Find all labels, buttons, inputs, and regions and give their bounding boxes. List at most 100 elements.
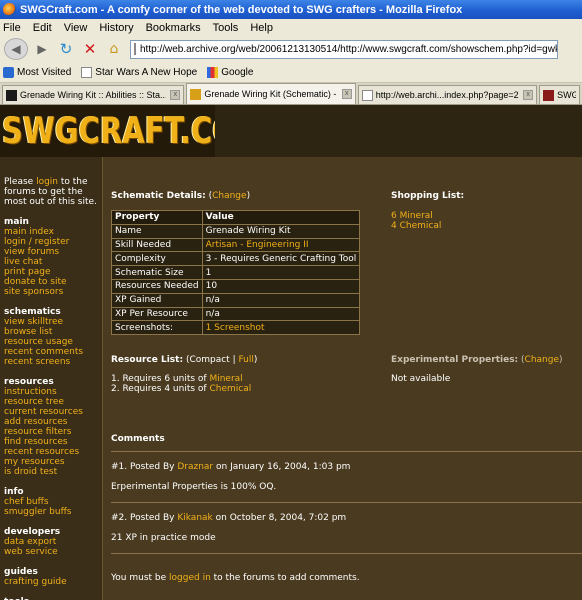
site-icon [543,89,555,101]
sidebar-link[interactable]: main index [4,227,102,237]
close-tab-icon[interactable]: x [523,90,534,100]
table-row: Name Grenade Wiring Kit [111,223,361,239]
sidebar-link[interactable]: view forums [4,247,102,257]
divider [111,553,582,554]
property-cell: Resources Needed [111,278,203,294]
value-cell: 10 [201,278,361,294]
site-icon [190,88,202,100]
main-content: Schematic Details: (Change) Shopping Lis… [111,157,582,600]
sidebar-link[interactable]: browse list [4,327,102,337]
sidebar-link[interactable]: site sponsors [4,287,102,297]
sidebar-link[interactable]: crafting guide [4,577,102,587]
sidebar-link[interactable]: resource filters [4,427,102,437]
tab-swgcraft[interactable]: SWGCraft [539,85,580,104]
comments-heading: Comments [111,434,165,444]
menu-file[interactable]: File [3,22,21,34]
value-cell[interactable]: Artisan - Engineering II [201,237,361,253]
list-item: 2. Requires 4 units of Chemical [111,384,252,394]
tab-abilities[interactable]: Grenade Wiring Kit :: Abilities :: Sta..… [2,85,185,104]
sidebar-link[interactable]: resource usage [4,337,102,347]
reload-button[interactable]: ↻ [56,39,76,59]
sidebar-link[interactable]: live chat [4,257,102,267]
comment-header: #2. Posted By Kikanak on October 8, 2004… [111,513,347,523]
sidebar-link[interactable]: print page [4,267,102,277]
tab-strip: Grenade Wiring Kit :: Abilities :: Sta..… [0,83,582,105]
sidebar-link[interactable]: chef buffs [4,497,102,507]
login-to-comment-notice: You must be logged in to the forums to a… [111,573,360,583]
login-prompt: Please login to the forums to get the mo… [4,177,97,207]
sidebar-sections: main main index login / register view forum… [4,217,102,600]
close-tab-icon[interactable]: x [170,90,181,100]
home-icon: ⌂ [109,41,119,57]
sidebar-link[interactable]: recent resources [4,447,102,457]
sidebar-link[interactable]: view skilltree [4,317,102,327]
back-button[interactable]: ◀ [4,38,28,60]
site-logo[interactable]: SWGCRAFT.COM [0,105,215,157]
sidebar-link[interactable]: my resources [4,457,102,467]
menu-history[interactable]: History [99,22,133,34]
resource-link[interactable]: Mineral [209,374,242,384]
value-cell: Grenade Wiring Kit [201,223,361,239]
sidebar-link[interactable]: is droid test [4,467,102,477]
value-cell[interactable]: 1 Screenshot [201,320,361,336]
menu-bookmarks[interactable]: Bookmarks [146,22,201,34]
bookmark-most-visited[interactable]: Most Visited [3,66,72,78]
menu-tools[interactable]: Tools [213,22,239,34]
schematic-details-heading: Schematic Details: (Change) [111,191,251,201]
table-row: Schematic Size 1 [111,265,361,280]
change-experimental-link[interactable]: Change [525,355,559,365]
stop-icon: ✕ [83,40,97,58]
page-icon [361,89,373,101]
sidebar-link[interactable]: find resources [4,437,102,447]
bookmark-google[interactable]: Google [207,66,253,78]
bookmark-label: Most Visited [17,66,72,78]
table-row: Skill Needed Artisan - Engineering II [111,237,361,253]
experimental-value: Not available [391,374,451,384]
menu-help[interactable]: Help [250,22,273,34]
sidebar-link[interactable]: current resources [4,407,102,417]
sidebar-link[interactable]: resource tree [4,397,102,407]
tab-schematic[interactable]: Grenade Wiring Kit (Schematic) - S... x [186,83,356,104]
sidebar-link[interactable]: add resources [4,417,102,427]
close-tab-icon[interactable]: x [341,89,352,99]
property-cell: XP Gained [111,292,203,308]
login-link[interactable]: login [36,177,58,187]
tab-archive[interactable]: http://web.archi...index.php?page=2 x [357,85,538,104]
sidebar-link[interactable]: donate to site [4,277,102,287]
shopping-item[interactable]: 4 Chemical [391,221,441,231]
sidebar-link[interactable]: instructions [4,387,102,397]
sidebar-link[interactable]: recent screens [4,357,102,367]
comment-text: 21 XP in practice mode [111,533,216,543]
sidebar-link[interactable]: smuggler buffs [4,507,102,517]
logged-in-link[interactable]: logged in [169,573,211,583]
menu-edit[interactable]: Edit [33,22,52,34]
schematic-details-table: Property Value Name Grenade Wiring Kit Skil… [111,210,361,336]
page-icon [134,43,136,55]
forward-button[interactable]: ▶ [32,39,52,59]
sidebar-link[interactable]: login / register [4,237,102,247]
resource-list: 1. Requires 6 units of Mineral 2. Requir… [111,374,251,394]
resource-link[interactable]: Chemical [209,384,251,394]
home-button[interactable]: ⌂ [104,39,124,59]
sidebar-link[interactable]: recent comments [4,347,102,357]
bookmarks-toolbar: Most Visited Star Wars A New Hope Google [0,62,582,83]
full-link[interactable]: Full [238,355,253,365]
comment-header: #1. Posted By Draznar on January 16, 200… [111,462,351,472]
comment-author-link[interactable]: Kikanak [177,513,212,523]
sidebar-link[interactable]: data export [4,537,102,547]
change-details-link[interactable]: Change [212,191,246,201]
sidebar-section-title: resources [4,377,54,387]
menu-view[interactable]: View [64,22,88,34]
tab-label: http://web.archi...index.php?page=2 [375,90,519,100]
property-cell: Schematic Size [111,265,203,280]
address-bar[interactable]: http://web.archive.org/web/2006121313051… [130,39,558,59]
sidebar-section-title: developers [4,527,61,537]
comment-author-link[interactable]: Draznar [177,462,213,472]
stop-button[interactable]: ✕ [80,39,100,59]
sidebar-link[interactable]: web service [4,547,102,557]
compact-link[interactable]: Compact [189,355,229,365]
property-cell: Skill Needed [111,237,203,253]
back-arrow-icon: ◀ [11,42,21,56]
shopping-item[interactable]: 6 Mineral [391,211,441,221]
bookmark-star-wars[interactable]: Star Wars A New Hope [81,66,197,78]
